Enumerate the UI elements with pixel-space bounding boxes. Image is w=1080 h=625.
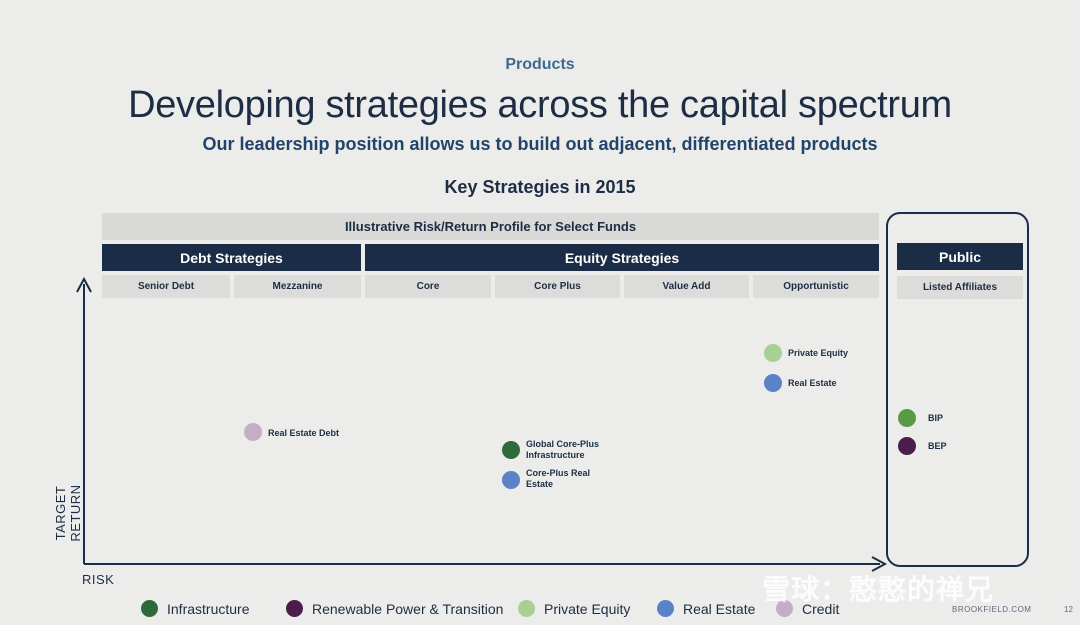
private-equity-label: Private Equity [788, 348, 849, 358]
legend-label: Real Estate [683, 600, 756, 617]
legend-swatch [518, 600, 535, 617]
footer-brand: BROOKFIELD.COM [952, 605, 1032, 614]
label-line: Infrastructure [526, 450, 585, 460]
axes [76, 276, 888, 572]
global-core-plus-infrastructure-label: Global Core-Plus Infrastructure [526, 439, 599, 461]
label-line: Estate [526, 479, 554, 489]
legend-swatch [657, 600, 674, 617]
legend-item-real-estate: Real Estate [657, 600, 755, 617]
page-number: 12 [1064, 605, 1073, 614]
bep-label: BEP [928, 441, 947, 451]
core-plus-real-estate-label: Core-Plus Real Estate [526, 468, 590, 490]
label-line: Global Core-Plus [526, 439, 600, 449]
y-axis-label: TARGET RETURN [53, 484, 83, 542]
real-estate-debt-dot [244, 423, 262, 441]
legend-item-infrastructure: Infrastructure [141, 600, 249, 617]
legend-label: Renewable Power & Transition [312, 600, 504, 617]
bip-dot [898, 409, 916, 427]
legend-item-renewable-power: Renewable Power & Transition [286, 600, 503, 617]
bep-dot [898, 437, 916, 455]
real-estate-dot [764, 374, 782, 392]
private-equity-dot [764, 344, 782, 362]
legend-label: Private Equity [544, 600, 631, 617]
real-estate-label: Real Estate [788, 378, 837, 388]
bip-label: BIP [928, 413, 944, 423]
legend-label: Infrastructure [167, 600, 250, 617]
core-plus-real-estate-dot [502, 471, 520, 489]
legend-swatch [141, 600, 158, 617]
x-axis-label: RISK [82, 572, 115, 587]
global-core-plus-infrastructure-dot [502, 441, 520, 459]
legend-item-private-equity: Private Equity [518, 600, 630, 617]
legend-swatch [286, 600, 303, 617]
label-line: Core-Plus Real [526, 468, 591, 478]
real-estate-debt-label: Real Estate Debt [268, 428, 340, 438]
watermark-text: 雪球：憨憨的禅兄 [762, 574, 995, 605]
